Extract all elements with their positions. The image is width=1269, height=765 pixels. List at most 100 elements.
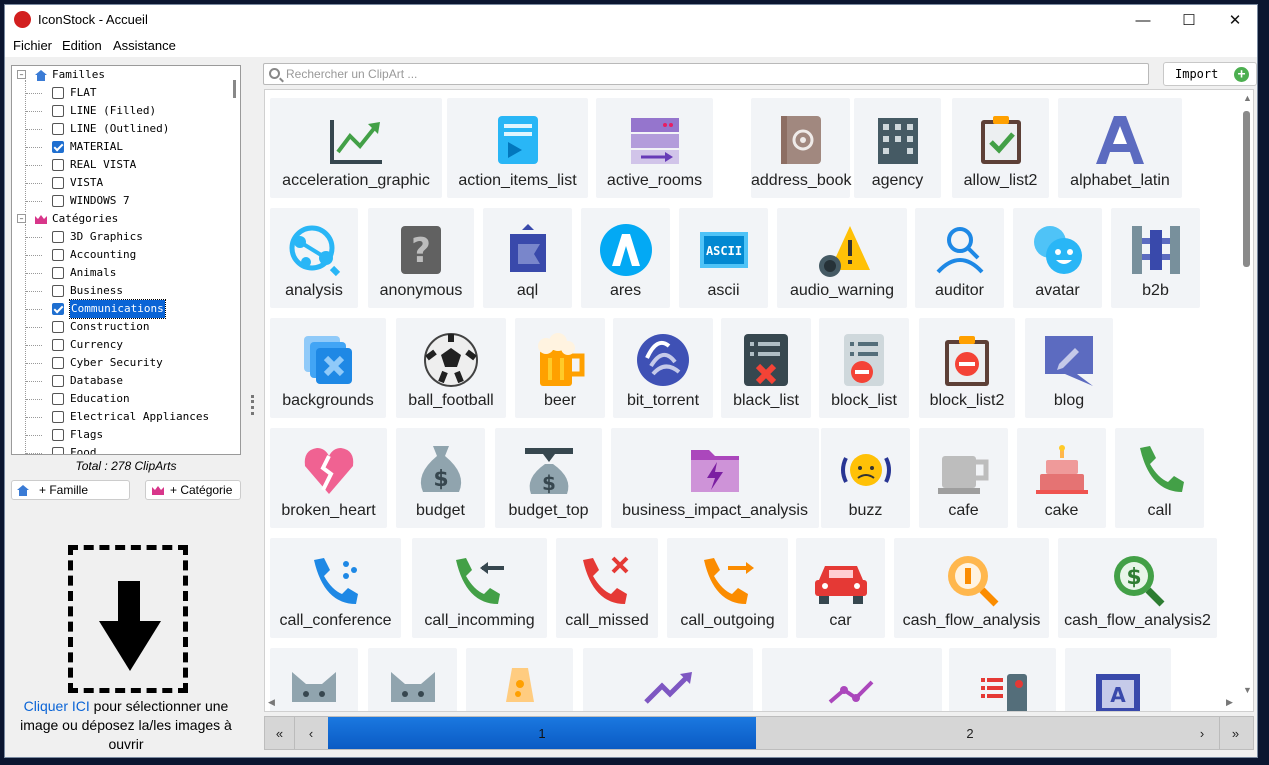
clipart-card[interactable]: $ budget_top xyxy=(495,428,602,528)
scroll-up-icon[interactable]: ▲ xyxy=(1243,93,1252,103)
clipart-card[interactable]: ball_football xyxy=(396,318,506,418)
checkbox[interactable] xyxy=(52,195,64,207)
tree-item-family[interactable]: FLAT xyxy=(12,84,232,102)
clipart-card[interactable]: action_items_list xyxy=(447,98,588,198)
tree-item-category[interactable]: Construction xyxy=(12,318,232,336)
checkbox[interactable] xyxy=(52,141,64,153)
click-here-link[interactable]: Cliquer ICI xyxy=(24,698,90,714)
clipart-card[interactable]: cafe xyxy=(919,428,1008,528)
checkbox[interactable] xyxy=(52,231,64,243)
clipart-card[interactable]: cash_flow_analysis xyxy=(894,538,1049,638)
clipart-card[interactable]: blog xyxy=(1025,318,1113,418)
checkbox[interactable] xyxy=(52,249,64,261)
maximize-button[interactable]: ☐ xyxy=(1166,5,1212,35)
clipart-card[interactable]: allow_list2 xyxy=(952,98,1049,198)
clipart-card[interactable]: buzz xyxy=(821,428,910,528)
image-drop-zone[interactable]: Cliquer ICI pour sélectionner une image … xyxy=(11,505,241,755)
tree-item-category[interactable]: Cyber Security xyxy=(12,354,232,372)
tree-item-category[interactable]: Electrical Appliances xyxy=(12,408,232,426)
horizontal-scrollbar[interactable]: ◀ ▶ xyxy=(268,697,1238,708)
clipart-card[interactable]: b2b xyxy=(1111,208,1200,308)
search-box[interactable] xyxy=(263,63,1149,85)
checkbox[interactable] xyxy=(52,303,64,315)
clipart-card[interactable]: call_incomming xyxy=(412,538,547,638)
checkbox[interactable] xyxy=(52,267,64,279)
scroll-down-icon[interactable]: ▼ xyxy=(1243,685,1252,695)
collapse-icon[interactable]: – xyxy=(17,70,26,79)
clipart-card[interactable]: ASCII ascii xyxy=(679,208,768,308)
clipart-card[interactable]: business_impact_analysis xyxy=(611,428,819,528)
clipart-card[interactable]: cake xyxy=(1017,428,1106,528)
panel-splitter[interactable] xyxy=(251,395,254,415)
tree-item-family[interactable]: VISTA xyxy=(12,174,232,192)
clipart-card[interactable]: aql xyxy=(483,208,572,308)
clipart-card[interactable]: car xyxy=(796,538,885,638)
checkbox[interactable] xyxy=(52,159,64,171)
tree-scrollbar[interactable] xyxy=(233,80,236,98)
clipart-card[interactable]: call xyxy=(1115,428,1204,528)
checkbox[interactable] xyxy=(52,447,64,454)
checkbox[interactable] xyxy=(52,321,64,333)
menu-assistance[interactable]: Assistance xyxy=(113,38,176,53)
tree-item-category[interactable]: Education xyxy=(12,390,232,408)
scroll-thumb[interactable] xyxy=(1243,111,1250,267)
tree-item-category[interactable]: Business xyxy=(12,282,232,300)
clipart-card[interactable]: address_book xyxy=(751,98,852,198)
checkbox[interactable] xyxy=(52,339,64,351)
prev-page-button[interactable]: ‹ xyxy=(296,717,326,749)
tree-item-category[interactable]: Food xyxy=(12,444,232,454)
collapse-icon[interactable]: – xyxy=(17,214,26,223)
tree-item-category[interactable]: Flags xyxy=(12,426,232,444)
checkbox[interactable] xyxy=(52,411,64,423)
tree-node-categories[interactable]: – Catégories xyxy=(12,210,232,228)
checkbox[interactable] xyxy=(52,393,64,405)
tree-item-family[interactable]: WINDOWS 7 xyxy=(12,192,232,210)
tree-item-family[interactable]: MATERIAL xyxy=(12,138,232,156)
clipart-card[interactable]: call_outgoing xyxy=(667,538,788,638)
category-tree[interactable]: – Familles – Catégories FLAT LINE (Filled… xyxy=(11,65,241,455)
checkbox[interactable] xyxy=(52,177,64,189)
checkbox[interactable] xyxy=(52,429,64,441)
search-input[interactable] xyxy=(286,66,1126,82)
clipart-card[interactable]: beer xyxy=(515,318,605,418)
import-button[interactable]: Import + xyxy=(1163,62,1257,86)
tree-item-category[interactable]: Accounting xyxy=(12,246,232,264)
clipart-card[interactable]: ares xyxy=(581,208,670,308)
minimize-button[interactable]: — xyxy=(1120,5,1166,35)
checkbox[interactable] xyxy=(52,87,64,99)
clipart-card[interactable]: block_list xyxy=(819,318,909,418)
clipart-card[interactable]: auditor xyxy=(915,208,1004,308)
checkbox[interactable] xyxy=(52,285,64,297)
tree-item-category[interactable]: Communications xyxy=(12,299,232,319)
clipart-gallery[interactable]: acceleration_graphic action_items_list act… xyxy=(264,89,1254,712)
clipart-card[interactable]: call_missed xyxy=(556,538,658,638)
page-button-1[interactable]: 1 xyxy=(328,717,756,749)
menu-edition[interactable]: Edition xyxy=(62,38,102,53)
tree-item-category[interactable]: 3D Graphics xyxy=(12,228,232,246)
clipart-card[interactable]: avatar xyxy=(1013,208,1102,308)
add-category-button[interactable]: + Catégorie xyxy=(145,480,241,500)
tree-item-family[interactable]: LINE (Outlined) xyxy=(12,120,232,138)
tree-item-family[interactable]: LINE (Filled) xyxy=(12,102,232,120)
clipart-card[interactable]: active_rooms xyxy=(596,98,713,198)
clipart-card[interactable]: audio_warning xyxy=(777,208,907,308)
clipart-card[interactable]: backgrounds xyxy=(270,318,386,418)
vertical-scrollbar[interactable]: ▲ ▼ xyxy=(1241,93,1252,697)
tree-node-familles[interactable]: – Familles xyxy=(12,66,232,84)
clipart-card[interactable]: agency xyxy=(854,98,941,198)
tree-item-category[interactable]: Currency xyxy=(12,336,232,354)
scroll-left-icon[interactable]: ◀ xyxy=(268,697,275,708)
tree-item-category[interactable]: Database xyxy=(12,372,232,390)
close-button[interactable]: ✕ xyxy=(1212,5,1257,35)
clipart-card[interactable]: analysis xyxy=(270,208,358,308)
clipart-card[interactable]: block_list2 xyxy=(919,318,1015,418)
add-family-button[interactable]: + Famille xyxy=(11,480,130,500)
scroll-right-icon[interactable]: ▶ xyxy=(1226,697,1233,708)
clipart-card[interactable]: broken_heart xyxy=(270,428,387,528)
clipart-card[interactable]: $ cash_flow_analysis2 xyxy=(1058,538,1217,638)
checkbox[interactable] xyxy=(52,105,64,117)
clipart-card[interactable]: call_conference xyxy=(270,538,401,638)
page-button-2[interactable]: 2 xyxy=(756,717,1184,749)
last-page-button[interactable]: » xyxy=(1219,717,1251,749)
menu-fichier[interactable]: Fichier xyxy=(13,38,52,53)
